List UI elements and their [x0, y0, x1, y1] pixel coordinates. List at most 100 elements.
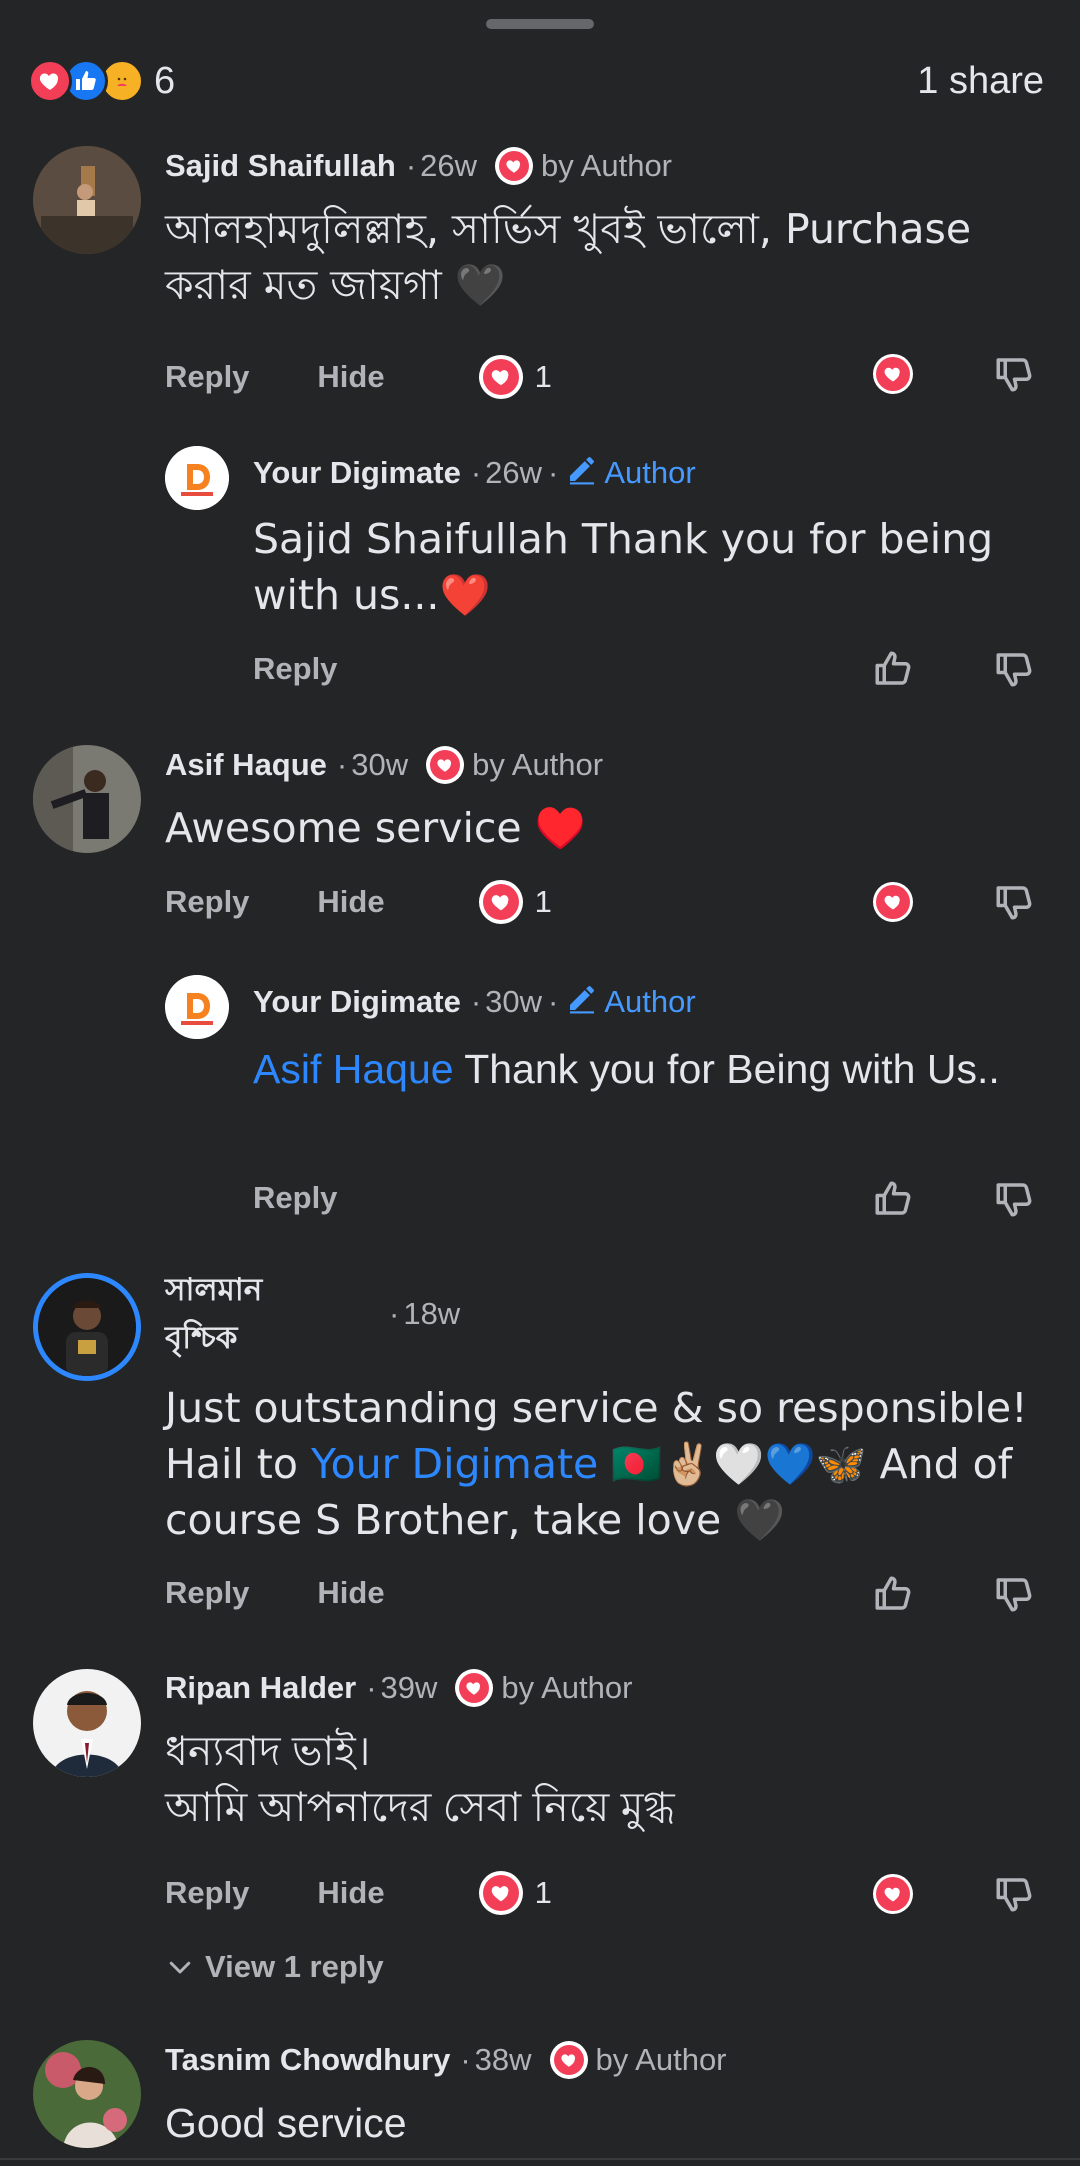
thumbs-down-icon	[996, 1578, 1032, 1612]
mention-link[interactable]: Your Digimate	[311, 1440, 598, 1488]
thumbs-down-icon	[996, 1183, 1032, 1217]
text-line-1: ধন্যবাদ ভাই।	[165, 1728, 371, 1774]
heart-icon	[426, 746, 465, 784]
reaction-icons[interactable]	[28, 59, 144, 103]
author-label: Author	[604, 455, 696, 490]
commenter-name[interactable]: Sajid Shaifullah	[165, 148, 396, 184]
by-author-label: by Author	[501, 1670, 633, 1705]
dislike-button[interactable]	[990, 1870, 1038, 1918]
reply-text: Thank you for Being with Us..	[453, 1046, 1000, 1092]
reply-button[interactable]: Reply	[165, 884, 249, 920]
reaction-count: 1	[534, 359, 552, 394]
comment-reactions[interactable]: 1	[478, 1871, 552, 1915]
dot: ·	[470, 984, 482, 1019]
hide-button[interactable]: Hide	[317, 1575, 384, 1611]
love-reaction-icon	[28, 59, 72, 103]
avatar[interactable]	[33, 1669, 141, 1777]
comment-reactions[interactable]: 1	[478, 880, 552, 924]
avatar[interactable]	[33, 2040, 141, 2148]
like-button[interactable]	[869, 1570, 917, 1618]
heart-icon	[873, 354, 913, 394]
heart-icon	[873, 1874, 913, 1914]
commenter-name[interactable]: Tasnim Chowdhury	[165, 2042, 450, 2078]
drag-handle[interactable]	[486, 19, 594, 29]
avatar[interactable]	[165, 975, 229, 1039]
view-replies-label: View 1 reply	[205, 1949, 384, 1984]
hide-button[interactable]: Hide	[317, 359, 384, 395]
bottom-divider	[0, 2158, 1080, 2160]
comment-text: ধন্যবাদ ভাই। আমি আপনাদের সেবা নিয়ে মুগ্…	[165, 1723, 1025, 1835]
text-line-2: আমি আপনাদের সেবা নিয়ে মুগ্ধ	[165, 1784, 675, 1830]
like-button[interactable]	[869, 645, 917, 693]
avatar[interactable]	[33, 745, 141, 853]
hide-button[interactable]: Hide	[317, 1875, 384, 1911]
heart-icon	[873, 882, 913, 922]
comment-time[interactable]: 30w	[485, 984, 542, 1020]
loved-button[interactable]	[869, 878, 917, 926]
view-replies-button[interactable]: View 1 reply	[165, 1942, 384, 1992]
reaction-count: 1	[534, 1875, 552, 1910]
dot: ·	[548, 455, 559, 490]
mention-link[interactable]: Asif Haque	[253, 1046, 454, 1092]
share-count[interactable]: 1 share	[917, 60, 1044, 103]
dot: ·	[460, 2042, 471, 2077]
comment-time[interactable]: 39w	[381, 1670, 438, 1706]
comment-text: Good service	[165, 2100, 407, 2146]
thumbs-down-icon	[996, 886, 1032, 920]
dislike-button[interactable]	[990, 350, 1038, 398]
comment-text: Just outstanding service & so responsibl…	[165, 1380, 1045, 1548]
reaction-count[interactable]: 6	[154, 60, 175, 103]
reactions-summary: 6 1 share	[28, 56, 1044, 106]
heart-icon	[478, 1871, 523, 1915]
dislike-button[interactable]	[990, 878, 1038, 926]
pencil-icon	[566, 453, 604, 493]
hide-button[interactable]: Hide	[317, 884, 384, 920]
heart-icon	[455, 1669, 494, 1707]
dislike-button[interactable]	[990, 1570, 1038, 1618]
reply-button[interactable]: Reply	[165, 1875, 249, 1911]
heart-icon	[478, 355, 523, 399]
comment-reactions[interactable]: 1	[478, 355, 552, 399]
heart-icon	[478, 880, 523, 924]
comment-text: Asif Haque Thank you for Being with Us..	[253, 1041, 1013, 1097]
commenter-name[interactable]: Your Digimate	[253, 455, 461, 491]
heart-icon	[495, 147, 534, 185]
author-label: Author	[604, 984, 696, 1019]
thumbs-down-icon	[996, 358, 1032, 392]
comments-sheet: 6 1 share Sajid Shaifullah · 26w by Auth…	[0, 0, 1080, 2166]
thumbs-up-icon	[875, 651, 911, 685]
dot: ·	[548, 984, 559, 1019]
thumbs-down-icon	[996, 1878, 1032, 1912]
reply-button[interactable]: Reply	[253, 1180, 337, 1216]
reply-button[interactable]: Reply	[165, 1575, 249, 1611]
dislike-button[interactable]	[990, 645, 1038, 693]
comment-text: আলহামদুলিল্লাহ, সার্ভিস খুবই ভালো, Purch…	[165, 205, 972, 309]
commenter-name[interactable]: Your Digimate	[253, 984, 461, 1020]
loved-button[interactable]	[869, 350, 917, 398]
reply-button[interactable]: Reply	[253, 651, 337, 687]
avatar[interactable]	[165, 446, 229, 510]
name-line-2: বৃশ্চিক	[165, 1320, 238, 1355]
reply-button[interactable]: Reply	[165, 359, 249, 395]
commenter-name[interactable]: Asif Haque	[165, 747, 327, 783]
commenter-name[interactable]: Ripan Halder	[165, 1670, 356, 1706]
pencil-icon	[566, 982, 604, 1022]
dislike-button[interactable]	[990, 1175, 1038, 1223]
dot: ·	[336, 747, 348, 782]
loved-button[interactable]	[869, 1870, 917, 1918]
commenter-name[interactable]: সালমান বৃশ্চিক	[165, 1266, 385, 1362]
comment-time[interactable]: 18w	[403, 1296, 460, 1332]
thumbs-down-icon	[996, 653, 1032, 687]
comment-time[interactable]: 30w	[351, 747, 408, 783]
comment-time[interactable]: 26w	[420, 148, 477, 184]
like-button[interactable]	[869, 1175, 917, 1223]
comment-text: Awesome service ♥️	[165, 804, 586, 852]
by-author-label: by Author	[472, 747, 604, 782]
heart-icon	[549, 2041, 588, 2079]
comment-time[interactable]: 38w	[475, 2042, 532, 2078]
dot: ·	[389, 1296, 400, 1331]
avatar-story-ring[interactable]	[33, 1273, 141, 1381]
comment-time[interactable]: 26w	[485, 455, 542, 491]
dot: ·	[470, 455, 482, 490]
avatar[interactable]	[33, 146, 141, 254]
